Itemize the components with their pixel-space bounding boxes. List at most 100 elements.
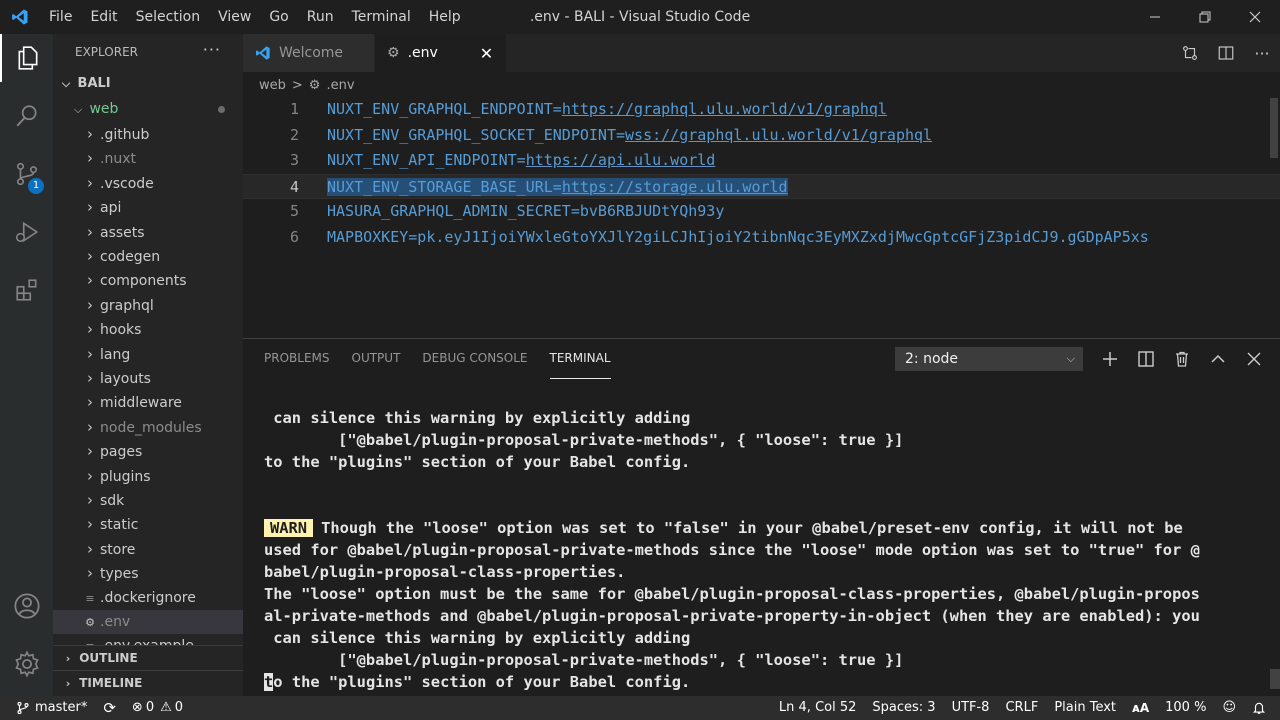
restore-button[interactable] xyxy=(1180,0,1230,34)
menu-selection[interactable]: Selection xyxy=(127,0,210,34)
tab-terminal[interactable]: TERMINAL xyxy=(549,339,611,379)
tree-folder[interactable]: › assets xyxy=(53,220,243,244)
zoom-status[interactable]: 100 % xyxy=(1157,696,1214,720)
tree-folder[interactable]: › hooks xyxy=(53,317,243,341)
font-size-button[interactable]: ᴀA xyxy=(1124,696,1157,720)
run-debug-activity[interactable] xyxy=(0,208,53,256)
panel-actions xyxy=(1092,339,1272,379)
breadcrumb-file[interactable]: .env xyxy=(326,78,354,93)
terminal-select[interactable]: 2: node ⌵ xyxy=(895,347,1083,371)
terminal-scrollbar[interactable] xyxy=(1270,669,1280,689)
tree-folder[interactable]: › api xyxy=(53,195,243,219)
indentation-status[interactable]: Spaces: 3 xyxy=(864,696,943,720)
tree-folder[interactable]: › .nuxt xyxy=(53,146,243,170)
notifications-button[interactable] xyxy=(1244,696,1280,720)
bottom-panel: PROBLEMS OUTPUT DEBUG CONSOLE TERMINAL 2… xyxy=(243,338,1280,696)
outline-section[interactable]: › OUTLINE xyxy=(53,645,243,670)
tree-folder[interactable]: › pages xyxy=(53,439,243,463)
scrollbar-thumb[interactable] xyxy=(1270,98,1278,158)
new-terminal-button[interactable] xyxy=(1092,339,1128,379)
tree-folder[interactable]: › codegen xyxy=(53,244,243,268)
env-url-link[interactable]: https://storage.ulu.world xyxy=(561,177,788,196)
chevron-right-icon: › xyxy=(87,539,93,558)
explorer-activity[interactable] xyxy=(0,34,53,82)
menu-go[interactable]: Go xyxy=(260,0,297,34)
menu-edit[interactable]: Edit xyxy=(81,0,126,34)
tree-folder[interactable]: › sdk xyxy=(53,488,243,512)
menu-file[interactable]: File xyxy=(40,0,81,34)
menu-terminal[interactable]: Terminal xyxy=(343,0,420,34)
breadcrumb-folder[interactable]: web xyxy=(259,78,286,93)
editor-scrollbar[interactable] xyxy=(1268,98,1280,338)
tree-file[interactable]: ⚙ .env xyxy=(53,610,243,634)
timeline-section[interactable]: › TIMELINE xyxy=(53,670,243,695)
tree-folder[interactable]: › graphql xyxy=(53,293,243,317)
maximize-panel-button[interactable] xyxy=(1200,339,1236,379)
tree-file[interactable]: ≡ .dockerignore xyxy=(53,586,243,610)
tree-folder[interactable]: › node_modules xyxy=(53,415,243,439)
tree-folder[interactable]: › store xyxy=(53,537,243,561)
tree-folder[interactable]: › plugins xyxy=(53,464,243,488)
manage-activity[interactable] xyxy=(0,640,53,688)
minimize-button[interactable] xyxy=(1130,0,1180,34)
source-control-activity[interactable]: 1 xyxy=(0,150,53,198)
tree-folder[interactable]: › static xyxy=(53,512,243,536)
problems-status[interactable]: ⊗ 0 ⚠ 0 xyxy=(124,696,191,720)
tree-folder[interactable]: › layouts xyxy=(53,366,243,390)
menu-run[interactable]: Run xyxy=(298,0,343,34)
tree-item-label: .github xyxy=(100,127,150,143)
files-icon xyxy=(18,46,37,70)
eol-status[interactable]: CRLF xyxy=(997,696,1046,720)
title-bar: File Edit Selection View Go Run Terminal… xyxy=(0,0,1280,34)
accounts-activity[interactable] xyxy=(0,582,53,630)
tree-folder[interactable]: › lang xyxy=(53,342,243,366)
split-editor-button[interactable] xyxy=(1208,34,1244,72)
kill-terminal-button[interactable] xyxy=(1164,339,1200,379)
terminal-line: ["@babel/plugin-proposal-private-methods… xyxy=(264,651,904,669)
tree-folder[interactable]: › .github xyxy=(53,122,243,146)
split-terminal-button[interactable] xyxy=(1128,339,1164,379)
tree-folder[interactable]: › middleware xyxy=(53,390,243,414)
more-editor-actions-button[interactable]: ··· xyxy=(1244,34,1280,72)
tab-debug-console[interactable]: DEBUG CONSOLE xyxy=(422,339,527,379)
tab-env[interactable]: ⚙ .env ✕ xyxy=(375,34,507,72)
branch-status[interactable]: master* xyxy=(0,696,95,720)
vscode-logo-icon xyxy=(0,0,40,34)
code-editor[interactable]: 1 NUXT_ENV_GRAPHQL_ENDPOINT=https://graph… xyxy=(243,98,1280,338)
folder-web[interactable]: ⌵ web xyxy=(53,97,243,121)
tab-env-label: .env xyxy=(407,45,438,61)
extensions-activity[interactable] xyxy=(0,266,53,314)
terminal-line: ["@babel/plugin-proposal-private-methods… xyxy=(264,431,904,449)
open-changes-button[interactable] xyxy=(1172,34,1208,72)
workspace-root[interactable]: ⌵ BALI xyxy=(53,72,243,96)
tab-output[interactable]: OUTPUT xyxy=(352,339,401,379)
more-actions-icon[interactable]: ··· xyxy=(203,40,221,59)
tab-problems[interactable]: PROBLEMS xyxy=(264,339,330,379)
language-mode[interactable]: Plain Text xyxy=(1046,696,1124,720)
tree-folder[interactable]: › .vscode xyxy=(53,171,243,195)
warning-count: 0 xyxy=(174,700,184,715)
menu-view[interactable]: View xyxy=(209,0,260,34)
close-panel-button[interactable] xyxy=(1236,339,1272,379)
tree-folder[interactable]: › components xyxy=(53,268,243,292)
env-url-link[interactable]: wss://graphql.ulu.world/v1/graphql xyxy=(625,126,932,144)
search-activity[interactable] xyxy=(0,92,53,140)
tree-folder[interactable]: › types xyxy=(53,561,243,585)
env-url-link[interactable]: https://graphql.ulu.world/v1/graphql xyxy=(562,100,887,118)
chevron-right-icon: › xyxy=(87,393,93,412)
sync-button[interactable]: ⟳ xyxy=(95,696,124,720)
encoding-status[interactable]: UTF-8 xyxy=(944,696,998,720)
editor-actions: ··· xyxy=(1172,34,1280,72)
chevron-down-icon: ⌵ xyxy=(1066,352,1075,365)
trash-icon xyxy=(1176,351,1188,367)
chevron-right-icon: › xyxy=(87,564,93,583)
close-tab-icon[interactable]: ✕ xyxy=(480,44,493,63)
code-text: NUXT_ENV_GRAPHQL_SOCKET_ENDPOINT=wss://g… xyxy=(327,123,932,148)
close-window-button[interactable] xyxy=(1230,0,1280,34)
env-url-link[interactable]: https://api.ulu.world xyxy=(526,151,716,169)
tab-welcome[interactable]: Welcome xyxy=(243,34,375,72)
menu-help[interactable]: Help xyxy=(420,0,470,34)
cursor-position[interactable]: Ln 4, Col 52 xyxy=(771,696,864,720)
feedback-button[interactable]: ☺ xyxy=(1214,696,1244,720)
tree-item-label: pages xyxy=(100,444,143,461)
